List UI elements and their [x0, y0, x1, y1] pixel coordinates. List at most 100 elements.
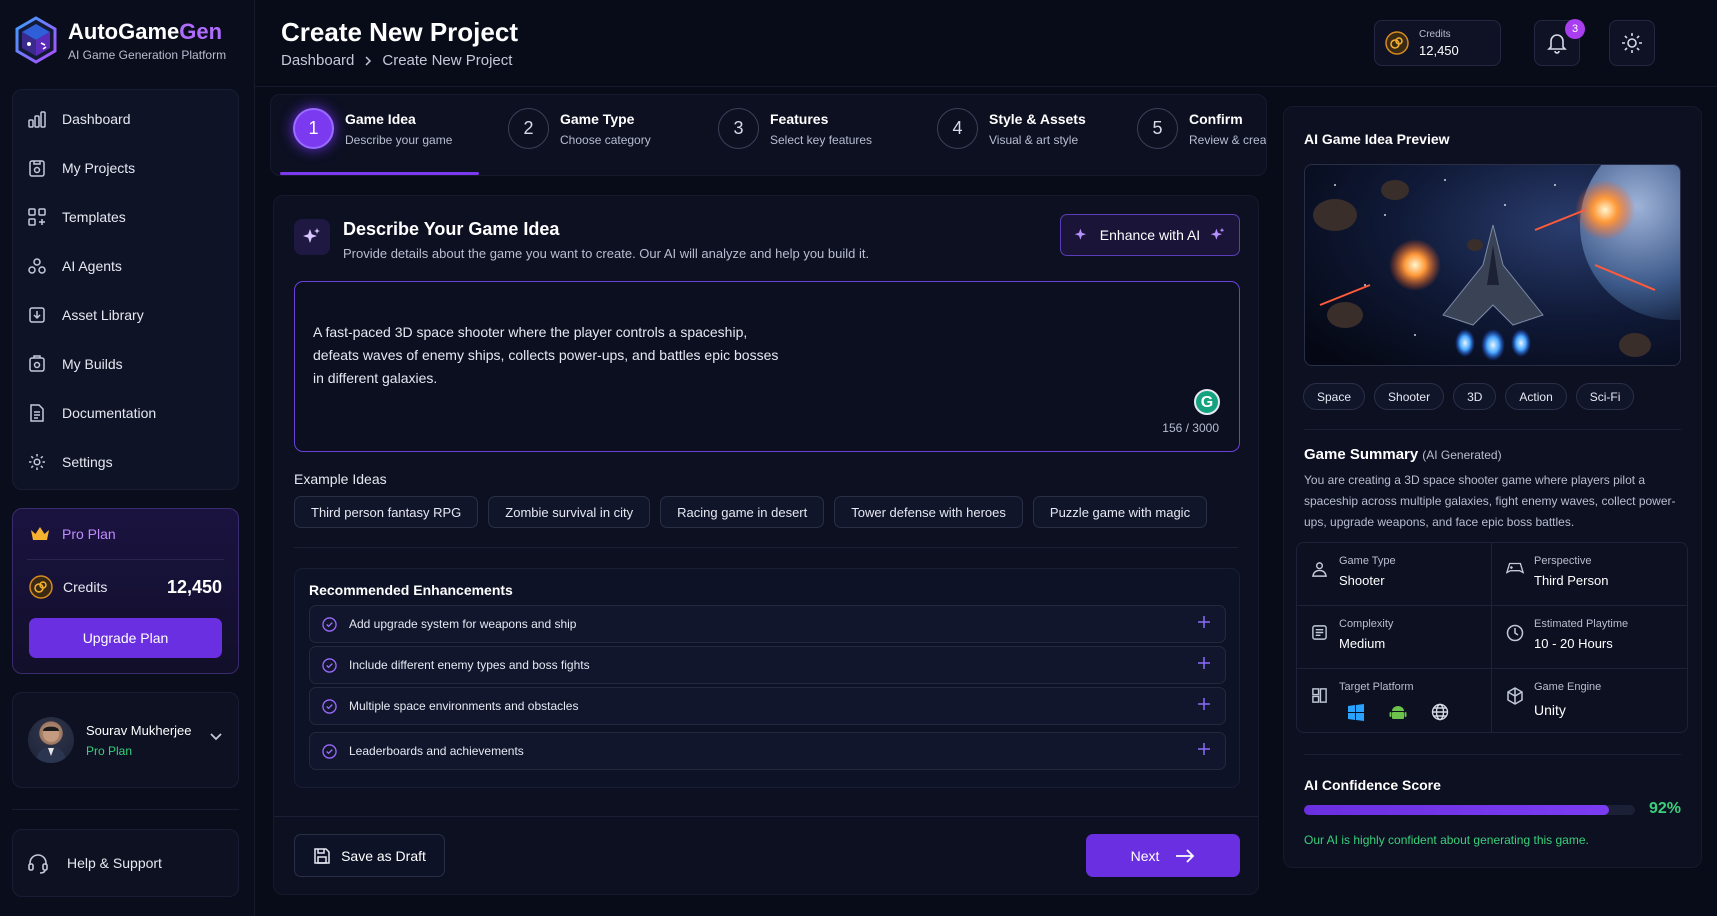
step-game-type[interactable]: 2 Game Type Choose category [508, 108, 651, 149]
sidebar-item-label: Templates [62, 208, 126, 225]
confidence-title: AI Confidence Score [1304, 777, 1441, 793]
dashboard-icon [28, 110, 46, 128]
step-style-assets[interactable]: 4 Style & Assets Visual & art style [937, 108, 1086, 149]
game-summary-title: Game Summary (AI Generated) [1304, 446, 1502, 463]
help-label: Help & Support [67, 855, 162, 871]
step-game-idea[interactable]: 1 Game Idea Describe your game [293, 108, 452, 149]
user-card[interactable]: Sourav Mukherjee Pro Plan [12, 692, 239, 788]
step-number: 3 [718, 108, 759, 149]
enhancement-item[interactable]: Multiple space environments and obstacle… [309, 687, 1226, 725]
enhance-with-ai-button[interactable]: Enhance with AI [1060, 214, 1240, 256]
detail-target-platform: Target Platform [1297, 669, 1492, 732]
save-draft-label: Save as Draft [341, 847, 426, 864]
sidebar-item-label: My Builds [62, 355, 123, 372]
confidence-value: 92% [1648, 800, 1681, 817]
sidebar-item-my-builds[interactable]: My Builds [13, 339, 238, 388]
step-title: Game Idea [345, 110, 416, 127]
idea-title: Describe Your Game Idea [343, 219, 560, 239]
upgrade-plan-button[interactable]: Upgrade Plan [29, 618, 222, 658]
notification-badge: 3 [1565, 19, 1585, 39]
page-title: Create New Project [281, 17, 518, 47]
windows-icon [1348, 704, 1364, 721]
detail-complexity: Complexity Medium [1297, 606, 1492, 669]
check-circle-icon [322, 657, 337, 673]
enhancement-item[interactable]: Add upgrade system for weapons and ship [309, 605, 1226, 643]
enhance-label: Enhance with AI [1099, 227, 1201, 243]
detail-value: Unity [1534, 702, 1566, 718]
tag: 3D [1453, 383, 1497, 410]
plan-credits-label: Credits [63, 579, 108, 595]
enhancement-item[interactable]: Include different enemy types and boss f… [309, 646, 1226, 684]
grammarly-icon[interactable]: G [1194, 389, 1220, 415]
credits-label: Credits [1419, 28, 1451, 40]
plus-icon[interactable] [1197, 615, 1211, 629]
step-subtitle: Visual & art style [989, 132, 1079, 147]
chevron-down-icon[interactable] [209, 732, 223, 742]
breadcrumb-dashboard[interactable]: Dashboard [281, 52, 354, 69]
example-idea-chip[interactable]: Tower defense with heroes [834, 496, 1023, 528]
detail-value: Shooter [1339, 573, 1385, 588]
sidebar-item-label: Dashboard [62, 110, 131, 127]
notifications-button[interactable]: 3 [1534, 19, 1585, 66]
help-support-button[interactable]: Help & Support [12, 829, 239, 897]
chevron-right-icon [365, 55, 372, 66]
gear-icon [29, 453, 45, 470]
web-globe-icon [1431, 703, 1449, 721]
enhancement-item[interactable]: Leaderboards and achievements [309, 732, 1226, 770]
sparkle-icon [1211, 227, 1225, 240]
sidebar-item-asset-library[interactable]: Asset Library [13, 290, 238, 339]
stepper: 1 Game Idea Describe your game 2 Game Typ… [270, 94, 1267, 176]
detail-game-engine: Game Engine Unity [1492, 669, 1687, 732]
arrow-right-icon [1176, 848, 1195, 863]
detail-label: Target Platform [1339, 681, 1414, 693]
plus-icon[interactable] [1197, 656, 1211, 670]
sidebar-item-ai-agents[interactable]: AI Agents [13, 241, 238, 290]
step-subtitle: Review & create [1189, 132, 1267, 147]
plus-icon[interactable] [1197, 742, 1211, 756]
sidebar-nav: Dashboard My Projects Templates AI Agent… [12, 89, 239, 490]
sidebar-item-templates[interactable]: Templates [13, 192, 238, 241]
clock-icon [1506, 624, 1524, 642]
divider [12, 809, 239, 810]
sidebar-item-dashboard[interactable]: Dashboard [13, 94, 238, 143]
step-title: Game Type [560, 110, 635, 127]
sidebar-item-label: My Projects [62, 159, 136, 176]
sparkle-icon [294, 219, 330, 255]
tag: Action [1505, 383, 1567, 410]
step-features[interactable]: 3 Features Select key features [718, 108, 872, 149]
plan-card: Pro Plan Credits 12,450 Upgrade Plan [12, 508, 239, 674]
app-logo[interactable]: AutoGameGen AI Game Generation Platform [14, 16, 226, 64]
plan-name: Pro Plan [62, 526, 116, 542]
plus-icon[interactable] [1197, 697, 1211, 711]
documentation-icon [30, 403, 44, 422]
divider [1304, 429, 1681, 430]
step-title: Features [770, 110, 829, 127]
theme-toggle-button[interactable] [1609, 20, 1655, 66]
user-plan: Pro Plan [86, 743, 133, 758]
user-name: Sourav Mukherjee [86, 722, 192, 738]
confidence-bar [1304, 805, 1635, 815]
credits-display[interactable]: Credits 12,450 [1374, 20, 1501, 66]
sidebar: AutoGameGen AI Game Generation Platform … [0, 0, 255, 916]
credits-value: 12,450 [1419, 42, 1459, 58]
sidebar-item-my-projects[interactable]: My Projects [13, 143, 238, 192]
step-confirm[interactable]: 5 Confirm Review & create [1137, 108, 1267, 149]
save-draft-button[interactable]: Save as Draft [294, 834, 445, 877]
sidebar-item-settings[interactable]: Settings [13, 437, 238, 486]
game-summary-text: You are creating a 3D space shooter game… [1304, 473, 1676, 529]
example-ideas-label: Example Ideas [294, 471, 387, 487]
logo-cube-icon [15, 16, 57, 64]
example-idea-chip[interactable]: Racing game in desert [660, 496, 825, 528]
next-label: Next [1130, 847, 1160, 864]
example-idea-chip[interactable]: Third person fantasy RPG [294, 496, 479, 528]
game-type-icon [1312, 562, 1327, 577]
android-icon [1389, 706, 1407, 719]
unity-icon [1507, 687, 1523, 705]
example-idea-chip[interactable]: Zombie survival in city [488, 496, 651, 528]
sidebar-item-label: AI Agents [62, 257, 122, 274]
game-idea-textarea[interactable]: A fast-paced 3D space shooter where the … [294, 281, 1240, 452]
sidebar-item-documentation[interactable]: Documentation [13, 388, 238, 437]
example-idea-chip[interactable]: Puzzle game with magic [1032, 496, 1208, 528]
detail-value: Medium [1339, 636, 1386, 651]
next-button[interactable]: Next [1086, 834, 1240, 877]
